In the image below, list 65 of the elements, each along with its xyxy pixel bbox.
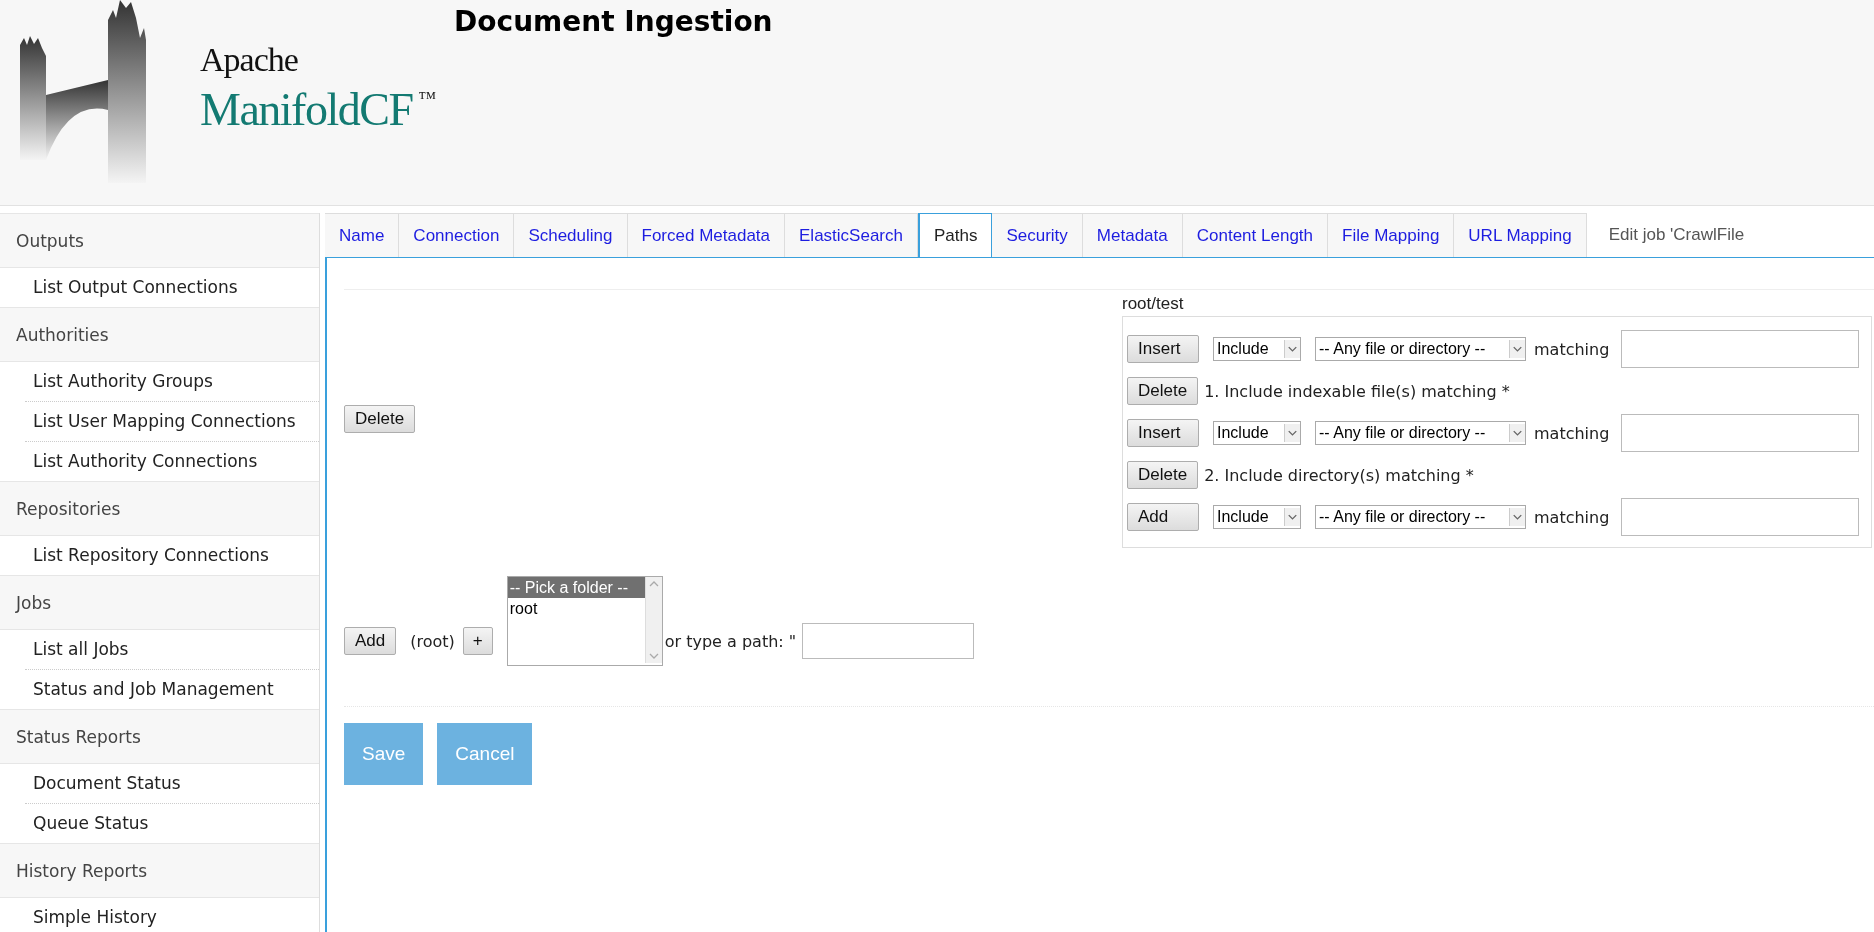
logo-text: Apache xyxy=(200,40,299,80)
rule-text: 2. Include directory(s) matching * xyxy=(1204,465,1474,485)
delete-button[interactable]: Delete xyxy=(344,405,416,433)
tab[interactable]: Content Length xyxy=(1182,213,1328,257)
tab[interactable]: Metadata xyxy=(1082,213,1183,257)
sidebar-section-header[interactable]: Status Reports xyxy=(0,709,319,764)
matching-label: matching xyxy=(1534,339,1610,359)
trademark-mark: ™ xyxy=(418,88,437,109)
scrollbar-icon xyxy=(644,577,662,663)
tab[interactable]: ElasticSearch xyxy=(785,213,918,257)
caret-icon xyxy=(1509,340,1525,358)
caret-icon xyxy=(1509,424,1525,442)
pattern-input[interactable] xyxy=(1621,498,1860,536)
job-caption: Edit job 'CrawlFile xyxy=(1607,224,1745,246)
path-input[interactable] xyxy=(802,623,975,659)
sidebar-item[interactable]: List all Jobs xyxy=(25,630,319,669)
tab[interactable]: Paths xyxy=(917,213,993,257)
pattern-input[interactable] xyxy=(1621,414,1860,452)
caret-icon xyxy=(1509,508,1525,526)
delete-button[interactable]: Delete xyxy=(1127,377,1199,405)
folder-option[interactable]: root xyxy=(507,598,645,619)
page-title: Document Ingestion xyxy=(454,4,773,40)
sidebar-item[interactable]: List User Mapping Connections xyxy=(25,401,319,441)
type-dropdown[interactable]: Include xyxy=(1213,421,1301,445)
caret-icon xyxy=(1284,424,1300,442)
tab[interactable]: Connection xyxy=(399,213,515,257)
tab[interactable]: Security xyxy=(992,213,1083,257)
rule-text: 1. Include indexable file(s) matching * xyxy=(1204,381,1510,401)
sidebar-section-header[interactable]: Repositories xyxy=(0,481,319,536)
current-path: (root) xyxy=(410,631,455,651)
type-dropdown[interactable]: Include xyxy=(1213,337,1301,361)
sidebar-section-header[interactable]: Outputs xyxy=(0,213,319,268)
target-dropdown[interactable]: -- Any file or directory -- xyxy=(1315,421,1526,445)
rule-button[interactable]: Insert xyxy=(1127,419,1199,447)
tab[interactable]: Forced Metadata xyxy=(627,213,785,257)
tab[interactable]: URL Mapping xyxy=(1454,213,1587,257)
sidebar-section-header[interactable]: Authorities xyxy=(0,307,319,362)
delete-button[interactable]: Delete xyxy=(1127,461,1199,489)
tab[interactable]: Name xyxy=(325,213,400,257)
rule-button[interactable]: Add xyxy=(1127,503,1199,531)
sidebar-item[interactable]: List Authority Groups xyxy=(25,362,319,401)
add-path-button[interactable]: + xyxy=(462,627,493,655)
sidebar-item[interactable]: Document Status xyxy=(25,764,319,803)
tab[interactable]: File Mapping xyxy=(1328,213,1455,257)
target-dropdown[interactable]: -- Any file or directory -- xyxy=(1315,337,1526,361)
pattern-input[interactable] xyxy=(1621,330,1860,368)
sidebar-section-header[interactable]: Jobs xyxy=(0,575,319,630)
caret-icon xyxy=(1284,340,1300,358)
folder-list[interactable]: -- Pick a folder -- root xyxy=(506,576,663,666)
sidebar-item[interactable]: List Repository Connections xyxy=(25,536,319,575)
path-label: root/test xyxy=(1122,293,1185,315)
folder-option[interactable]: -- Pick a folder -- xyxy=(507,577,645,598)
rule-button[interactable]: Insert xyxy=(1127,335,1199,363)
logo-text: ManifoldCF xyxy=(200,83,413,137)
sidebar-section-header[interactable]: History Reports xyxy=(0,843,319,898)
sidebar-item[interactable]: List Output Connections xyxy=(25,268,319,307)
sidebar-item[interactable]: Simple History xyxy=(25,898,319,932)
type-dropdown[interactable]: Include xyxy=(1213,505,1301,529)
matching-label: matching xyxy=(1534,423,1610,443)
type-path-label: or type a path: " xyxy=(664,631,797,651)
target-dropdown[interactable]: -- Any file or directory -- xyxy=(1315,505,1526,529)
matching-label: matching xyxy=(1534,507,1610,527)
add-button[interactable]: Add xyxy=(344,627,397,655)
tab[interactable]: Scheduling xyxy=(514,213,628,257)
caret-icon xyxy=(1284,508,1300,526)
